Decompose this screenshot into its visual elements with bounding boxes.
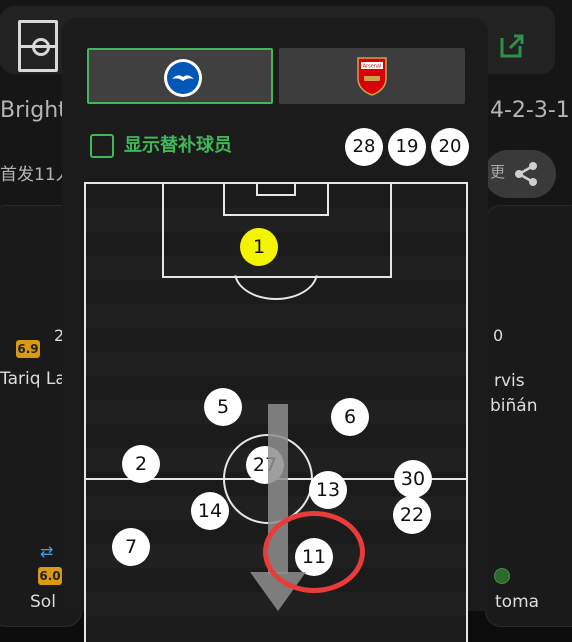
substitution-icon: ⇄ [40,542,54,561]
sub-hint: 更 [490,163,506,181]
svg-text:Arsenal: Arsenal [363,64,382,70]
bench-player-bubble[interactable]: 28 [345,128,383,166]
rating-badge: 6.0 [38,567,62,585]
show-subs-label[interactable]: 显示替补球员 [124,134,232,158]
player-name: rvis [494,371,525,391]
player-marker[interactable]: 5 [204,388,242,426]
player-name: Sol [30,592,56,612]
player-card-right [485,205,572,627]
rating-badge: 6.9 [16,340,40,358]
player-name: Tariq La [0,369,66,389]
pitch-view-icon[interactable] [18,20,58,72]
player-marker[interactable]: 30 [394,460,432,498]
shirt-number: 0 [493,326,504,345]
goal-icon [494,568,510,584]
highlight-circle-annotation [263,511,365,593]
player-marker[interactable]: 2 [122,445,160,483]
bench-player-bubble[interactable]: 19 [388,128,426,166]
brighton-crest-icon [164,59,202,97]
player-name: biñán [490,396,538,416]
external-link-icon[interactable] [496,30,528,62]
share-icon[interactable] [512,160,540,188]
tab-away-team[interactable]: Arsenal [279,48,465,104]
goal [256,184,296,196]
player-marker[interactable]: 13 [309,471,347,509]
player-marker[interactable]: 14 [191,492,229,530]
player-name: toma [495,592,540,612]
formation-label: 4-2-3-1 [490,98,570,123]
player-marker[interactable]: 6 [331,398,369,436]
player-marker-goalkeeper[interactable]: 1 [240,228,278,266]
player-marker[interactable]: 22 [393,496,431,534]
bench-player-bubble[interactable]: 20 [431,128,469,166]
tab-home-team[interactable] [87,48,273,104]
arsenal-crest-icon: Arsenal [357,57,387,96]
player-marker[interactable]: 7 [112,528,150,566]
show-subs-checkbox[interactable] [90,134,114,158]
team-name: Bright [0,98,67,123]
